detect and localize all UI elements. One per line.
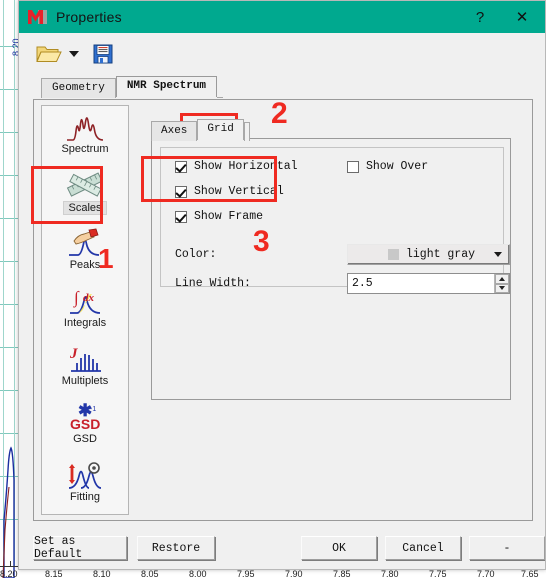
checkbox-show-frame[interactable]: Show Frame bbox=[175, 210, 263, 223]
sidebar-item-scales[interactable]: Scales bbox=[42, 164, 128, 222]
line-width-stepper[interactable] bbox=[494, 274, 509, 293]
sidebar-item-gsd[interactable]: ✱ -1 GSD GSD bbox=[42, 396, 128, 454]
floppy-disk-save-icon[interactable] bbox=[91, 42, 115, 66]
axis-tick-label: 7.75 bbox=[429, 569, 447, 578]
dialog-toolbar bbox=[19, 33, 545, 75]
open-folder-icon[interactable] bbox=[35, 42, 63, 66]
svg-text:-1: -1 bbox=[90, 406, 96, 413]
color-dropdown[interactable]: light gray bbox=[347, 244, 510, 265]
dialog-title: Properties bbox=[56, 9, 122, 25]
sidebar-item-label: Fitting bbox=[70, 491, 100, 503]
axis-tick-label: 8.10 bbox=[93, 569, 111, 578]
axis-tick-label: 8.05 bbox=[141, 569, 159, 578]
axis-tick-label: 7.80 bbox=[381, 569, 399, 578]
line-width-value: 2.5 bbox=[352, 277, 373, 290]
sub-tab-axes[interactable]: Axes bbox=[151, 121, 198, 141]
axis-tick bbox=[10, 561, 11, 567]
axis-tick-label: 7.85 bbox=[333, 569, 351, 578]
mnova-m-logo-icon bbox=[27, 7, 49, 27]
tab-nmr-spectrum[interactable]: NMR Spectrum bbox=[115, 76, 218, 97]
axis-tick-label: 8.15 bbox=[45, 569, 63, 578]
help-button[interactable]: ? bbox=[459, 2, 501, 32]
set-as-default-button[interactable]: Set as Default bbox=[33, 535, 127, 561]
checkbox-check-icon bbox=[175, 210, 187, 223]
spinner-down-icon[interactable] bbox=[495, 283, 509, 293]
checkbox-check-icon bbox=[175, 160, 187, 173]
sidebar-item-label: Integrals bbox=[63, 317, 107, 329]
axis-tick-label: 7.70 bbox=[477, 569, 495, 578]
axis-tick-label: 8.20 bbox=[0, 569, 18, 578]
color-value: light gray bbox=[406, 248, 476, 261]
ok-button[interactable]: OK bbox=[301, 536, 377, 560]
tab-strip-caret bbox=[217, 97, 224, 98]
svg-text:J: J bbox=[69, 346, 78, 362]
gsd-asterisk-icon: ✱ -1 GSD bbox=[63, 400, 107, 432]
sidebar-item-label: Scales bbox=[63, 201, 107, 215]
scales-settings-pane: Axes Grid Show Horizontal Show Vertical … bbox=[139, 105, 527, 515]
hand-pen-peak-icon bbox=[65, 226, 105, 258]
svg-text:∫: ∫ bbox=[73, 288, 80, 308]
sidebar-item-multiplets[interactable]: J Multiplets bbox=[42, 338, 128, 396]
spinner-up-icon[interactable] bbox=[495, 274, 509, 284]
sidebar-item-label: Multiplets bbox=[61, 375, 109, 387]
crossed-rulers-icon bbox=[65, 168, 105, 200]
fitting-gear-icon bbox=[63, 458, 107, 490]
sidebar-item-integrals[interactable]: ∫ dx Integrals bbox=[42, 280, 128, 338]
checkbox-show-horizontal[interactable]: Show Horizontal bbox=[175, 160, 298, 173]
sub-tab-strip: Axes Grid bbox=[151, 119, 250, 141]
svg-text:GSD: GSD bbox=[70, 416, 100, 432]
extra-button[interactable]: - bbox=[469, 536, 545, 560]
category-sidebar: Spectrum Scales Peaks ∫ dx Integrals J M… bbox=[41, 105, 129, 515]
checkbox-label: Show Horizontal bbox=[194, 160, 298, 173]
checkbox-check-icon bbox=[347, 160, 359, 173]
sidebar-item-label: Spectrum bbox=[61, 143, 109, 155]
chevron-down-icon[interactable] bbox=[69, 51, 79, 57]
axis-tick-label: 7.90 bbox=[285, 569, 303, 578]
line-width-label: Line Width: bbox=[175, 277, 251, 290]
grid-settings-frame: Show Horizontal Show Vertical Show Frame… bbox=[151, 138, 511, 400]
integral-dx-icon: ∫ dx bbox=[65, 284, 105, 316]
line-width-input[interactable]: 2.5 bbox=[347, 273, 510, 294]
sidebar-item-label: Peaks bbox=[69, 259, 101, 271]
restore-button[interactable]: Restore bbox=[137, 536, 215, 560]
checkbox-label: Show Vertical bbox=[194, 185, 284, 198]
sub-tab-caret bbox=[243, 122, 250, 141]
axis-tick-label: 7.95 bbox=[237, 569, 255, 578]
sidebar-item-fitting[interactable]: Fitting bbox=[42, 454, 128, 512]
cancel-button[interactable]: Cancel bbox=[385, 536, 461, 560]
dialog-button-bar: Set as Default Restore OK Cancel - bbox=[19, 525, 545, 569]
chevron-down-icon bbox=[494, 252, 502, 257]
checkbox-show-over[interactable]: Show Over bbox=[347, 160, 428, 173]
close-button[interactable]: ✕ bbox=[501, 2, 543, 32]
dialog-title-bar: Properties ? ✕ bbox=[19, 1, 545, 33]
axis-tick-label: 8.00 bbox=[189, 569, 207, 578]
tab-geometry[interactable]: Geometry bbox=[41, 78, 116, 98]
sub-tab-grid[interactable]: Grid bbox=[197, 119, 244, 140]
sidebar-item-peaks[interactable]: Peaks bbox=[42, 222, 128, 280]
properties-dialog: Properties ? ✕ Geometry NMR Spectrum Spe… bbox=[18, 0, 546, 570]
color-swatch-icon bbox=[388, 249, 399, 260]
sidebar-item-spectrum[interactable]: Spectrum bbox=[42, 106, 128, 164]
checkbox-check-icon bbox=[175, 185, 187, 198]
j-coupling-comb-icon: J bbox=[65, 342, 105, 374]
checkbox-label: Show Over bbox=[366, 160, 429, 173]
spectrum-peaks-icon bbox=[65, 110, 105, 142]
checkbox-label: Show Frame bbox=[194, 210, 264, 223]
sidebar-item-label: GSD bbox=[73, 433, 97, 445]
color-label: Color: bbox=[175, 248, 217, 261]
grid-options-group: Show Horizontal Show Vertical Show Frame… bbox=[160, 147, 510, 294]
svg-text:dx: dx bbox=[83, 292, 95, 304]
axis-tick-label: 7.65 bbox=[521, 569, 539, 578]
spectrum-trace bbox=[2, 446, 15, 578]
main-tab-strip: Geometry NMR Spectrum bbox=[41, 75, 545, 98]
checkbox-show-vertical[interactable]: Show Vertical bbox=[175, 185, 284, 198]
